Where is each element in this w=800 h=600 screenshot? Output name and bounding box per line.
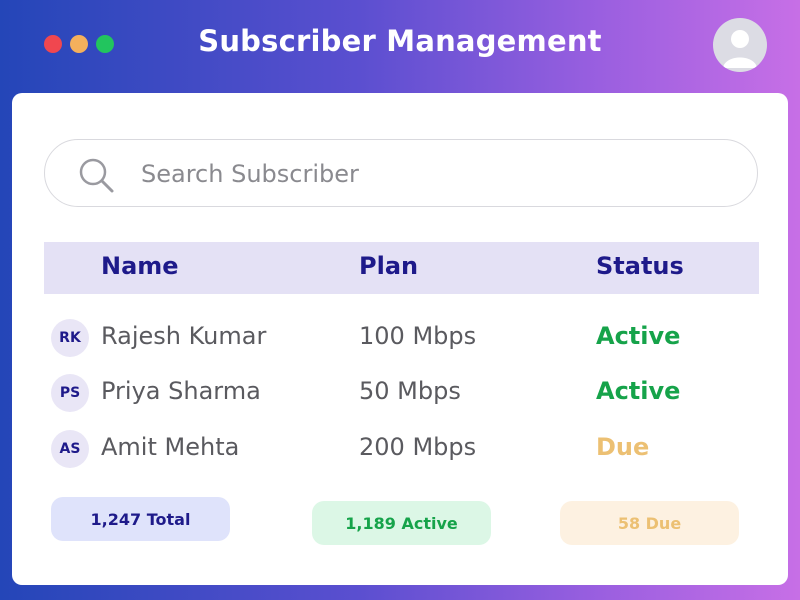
subscriber-plan: 200 Mbps [359, 433, 477, 461]
subscriber-plan: 100 Mbps [359, 322, 477, 350]
status-badge: Active [596, 377, 681, 405]
table-header: Name Plan Status [44, 242, 759, 294]
page-title: Subscriber Management [198, 24, 602, 58]
subscriber-name: Rajesh Kumar [101, 322, 267, 350]
subscriber-card: Name Plan Status RK Rajesh Kumar 100 Mbp… [12, 93, 788, 585]
column-header-name[interactable]: Name [101, 252, 179, 280]
subscriber-name: Amit Mehta [101, 433, 240, 461]
subscriber-plan: 50 Mbps [359, 377, 461, 405]
avatar-initials: RK [51, 319, 89, 357]
status-badge: Due [596, 433, 650, 461]
total-count-pill[interactable]: 1,247 Total [51, 497, 230, 541]
user-avatar[interactable] [713, 18, 767, 72]
table-row[interactable]: RK Rajesh Kumar 100 Mbps Active [44, 315, 759, 359]
search-input[interactable] [139, 156, 703, 192]
table-row[interactable]: PS Priya Sharma 50 Mbps Active [44, 370, 759, 414]
due-count-pill[interactable]: 58 Due [560, 501, 739, 545]
column-header-plan[interactable]: Plan [359, 252, 418, 280]
search-bar[interactable] [44, 139, 758, 207]
avatar-initials: AS [51, 430, 89, 468]
avatar-initials: PS [51, 374, 89, 412]
user-icon [723, 30, 757, 68]
search-icon [77, 156, 117, 200]
status-badge: Active [596, 322, 681, 350]
active-count-pill[interactable]: 1,189 Active [312, 501, 491, 545]
subscriber-name: Priya Sharma [101, 377, 261, 405]
column-header-status[interactable]: Status [596, 252, 684, 280]
table-row[interactable]: AS Amit Mehta 200 Mbps Due [44, 426, 759, 470]
